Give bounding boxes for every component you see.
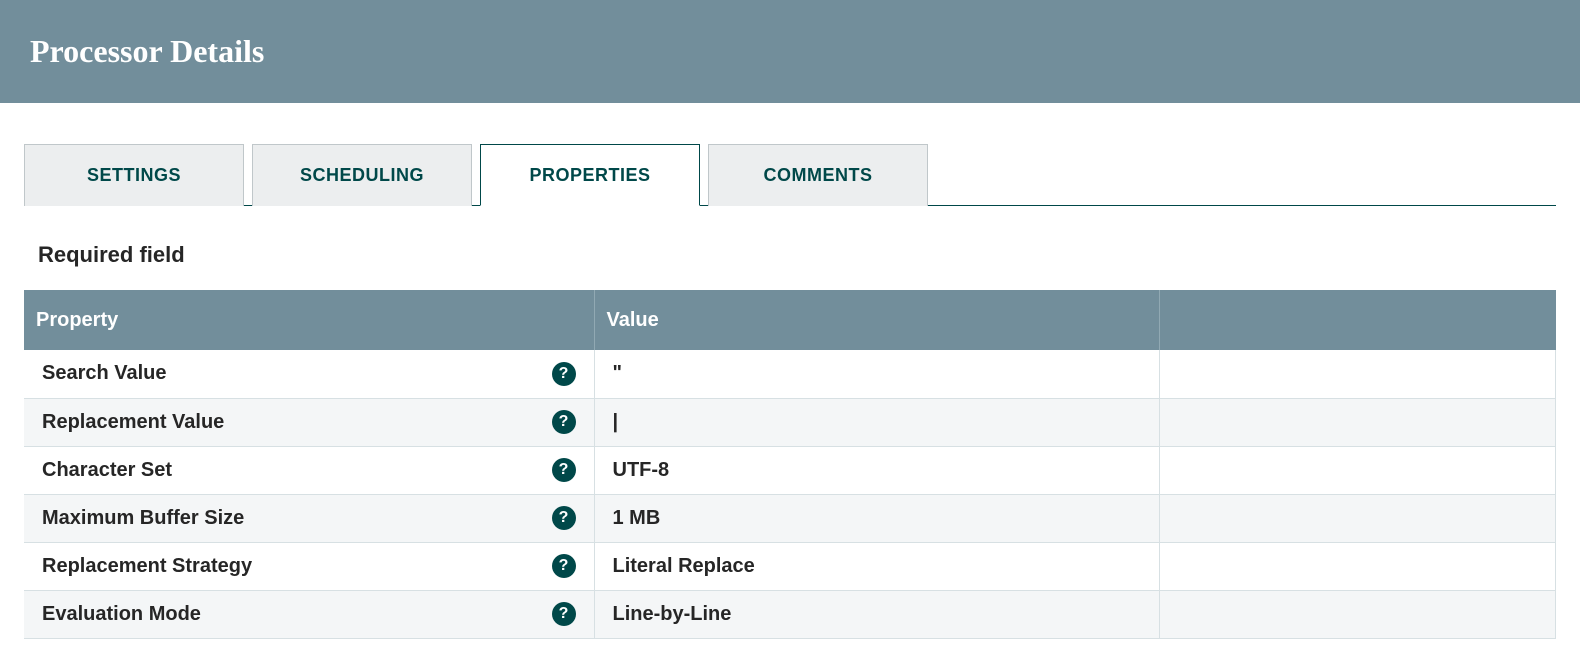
property-name-cell: Replacement Value? xyxy=(24,398,594,446)
property-value: | xyxy=(613,411,619,433)
tab-settings[interactable]: SETTINGS xyxy=(24,144,244,206)
tab-comments[interactable]: COMMENTS xyxy=(708,144,928,206)
table-row[interactable]: Search Value? " xyxy=(24,350,1556,398)
help-icon[interactable]: ? xyxy=(552,602,576,626)
property-extra-cell xyxy=(1159,350,1556,398)
tab-scheduling[interactable]: SCHEDULING xyxy=(252,144,472,206)
property-name-cell: Search Value? xyxy=(24,350,594,398)
property-extra-cell xyxy=(1159,494,1556,542)
property-name-cell: Maximum Buffer Size? xyxy=(24,494,594,542)
tab-label: COMMENTS xyxy=(764,165,873,186)
property-name-cell: Replacement Strategy? xyxy=(24,542,594,590)
property-value-cell[interactable]: Line-by-Line xyxy=(594,590,1159,638)
col-header-value[interactable]: Value xyxy=(594,290,1159,350)
property-value-cell[interactable]: " xyxy=(594,350,1159,398)
property-extra-cell xyxy=(1159,398,1556,446)
property-value: Literal Replace xyxy=(613,555,755,577)
property-extra-cell xyxy=(1159,590,1556,638)
property-extra-cell xyxy=(1159,446,1556,494)
property-extra-cell xyxy=(1159,542,1556,590)
table-row[interactable]: Character Set? UTF-8 xyxy=(24,446,1556,494)
help-icon[interactable]: ? xyxy=(552,458,576,482)
table-row[interactable]: Replacement Strategy? Literal Replace xyxy=(24,542,1556,590)
help-icon[interactable]: ? xyxy=(552,362,576,386)
dialog-title: Processor Details xyxy=(30,33,264,70)
tab-properties[interactable]: PROPERTIES xyxy=(480,144,700,206)
table-row[interactable]: Maximum Buffer Size? 1 MB xyxy=(24,494,1556,542)
property-name: Character Set xyxy=(42,459,172,482)
property-value: " xyxy=(613,362,622,384)
col-header-property[interactable]: Property xyxy=(24,290,594,350)
dialog-body: SETTINGS SCHEDULING PROPERTIES COMMENTS … xyxy=(0,103,1580,639)
tab-label: SETTINGS xyxy=(87,165,181,186)
property-name: Replacement Value xyxy=(42,411,224,434)
dialog-header: Processor Details xyxy=(0,0,1580,103)
help-icon[interactable]: ? xyxy=(552,554,576,578)
property-name: Replacement Strategy xyxy=(42,555,252,578)
property-value: 1 MB xyxy=(613,507,661,529)
help-icon[interactable]: ? xyxy=(552,506,576,530)
required-field-label: Required field xyxy=(38,242,1556,268)
property-value-cell[interactable]: Literal Replace xyxy=(594,542,1159,590)
property-value-cell[interactable]: | xyxy=(594,398,1159,446)
property-name: Maximum Buffer Size xyxy=(42,507,244,530)
table-row[interactable]: Replacement Value? | xyxy=(24,398,1556,446)
help-icon[interactable]: ? xyxy=(552,410,576,434)
property-name: Search Value xyxy=(42,362,167,385)
property-value-cell[interactable]: 1 MB xyxy=(594,494,1159,542)
col-header-extra xyxy=(1159,290,1556,350)
table-row[interactable]: Evaluation Mode? Line-by-Line xyxy=(24,590,1556,638)
tab-label: SCHEDULING xyxy=(300,165,424,186)
property-name: Evaluation Mode xyxy=(42,603,201,626)
property-name-cell: Character Set? xyxy=(24,446,594,494)
property-value: UTF-8 xyxy=(613,459,670,481)
tab-bar: SETTINGS SCHEDULING PROPERTIES COMMENTS xyxy=(24,143,1556,206)
table-header-row: Property Value xyxy=(24,290,1556,350)
properties-table: Property Value Search Value? " Replacement… xyxy=(24,290,1556,639)
property-value: Line-by-Line xyxy=(613,603,732,625)
property-name-cell: Evaluation Mode? xyxy=(24,590,594,638)
tab-label: PROPERTIES xyxy=(529,165,650,186)
property-value-cell[interactable]: UTF-8 xyxy=(594,446,1159,494)
